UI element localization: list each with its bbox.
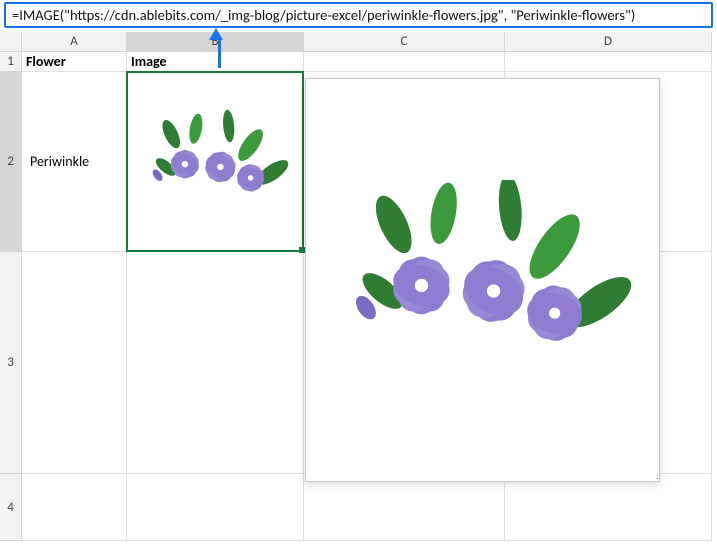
- col-header-B[interactable]: B: [127, 32, 304, 52]
- row-1: 1 Flower Image: [0, 52, 717, 72]
- cell-C1[interactable]: [304, 52, 505, 72]
- row-header-2[interactable]: 2: [0, 72, 22, 252]
- periwinkle-image-icon: [133, 78, 297, 245]
- row-header-1[interactable]: 1: [0, 52, 22, 72]
- cell-B3[interactable]: [127, 252, 304, 474]
- image-preview-card[interactable]: .:: [305, 78, 660, 482]
- cell-A1[interactable]: Flower: [22, 52, 127, 72]
- row-4: 4: [0, 474, 717, 541]
- resize-grip-icon[interactable]: .:: [656, 473, 657, 479]
- cell-A3[interactable]: [22, 252, 127, 474]
- formula-text: =IMAGE("https://cdn.ablebits.com/_img-bl…: [12, 6, 635, 24]
- cell-A2[interactable]: Periwinkle: [22, 72, 127, 252]
- spreadsheet-grid: A B C D 1 Flower Image 2 Periwinkle: [0, 32, 717, 541]
- col-header-C[interactable]: C: [304, 32, 505, 52]
- select-all-corner[interactable]: [0, 32, 22, 52]
- cell-A4[interactable]: [22, 474, 127, 541]
- cell-D4[interactable]: [505, 474, 712, 541]
- col-header-A[interactable]: A: [22, 32, 127, 52]
- periwinkle-preview-icon: [316, 180, 649, 380]
- cell-B1[interactable]: Image: [127, 52, 304, 72]
- formula-bar[interactable]: =IMAGE("https://cdn.ablebits.com/_img-bl…: [4, 2, 713, 28]
- col-header-D[interactable]: D: [505, 32, 712, 52]
- cell-B4[interactable]: [127, 474, 304, 541]
- cell-B2[interactable]: [127, 72, 304, 252]
- cell-D1[interactable]: [505, 52, 712, 72]
- row-header-3[interactable]: 3: [0, 252, 22, 474]
- cell-C4[interactable]: [304, 474, 505, 541]
- row-header-4[interactable]: 4: [0, 474, 22, 541]
- column-headers: A B C D: [0, 32, 717, 52]
